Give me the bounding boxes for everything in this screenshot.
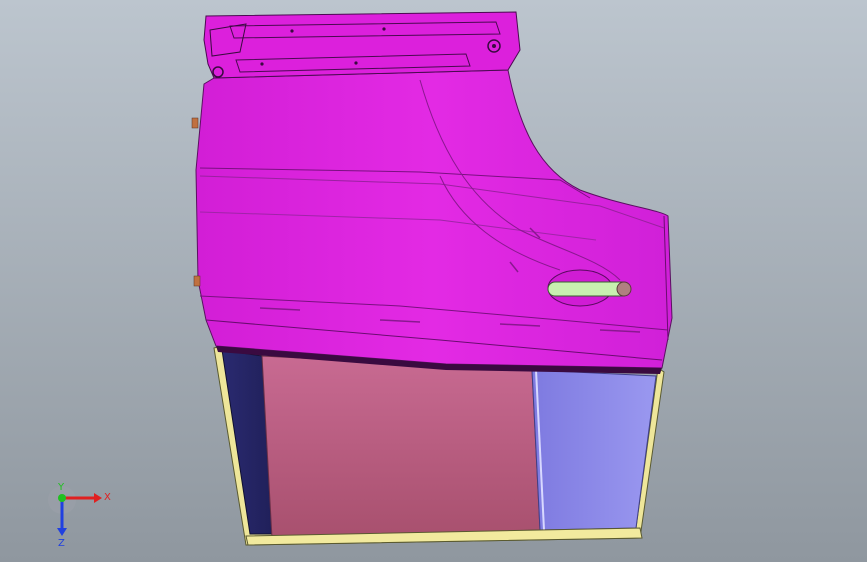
mechanism-bolt-2 (492, 44, 496, 48)
mechanism-dot-3 (354, 61, 358, 65)
y-axis-dot (58, 494, 66, 502)
z-axis-arrow (57, 528, 67, 536)
z-axis-label: Z (58, 538, 65, 548)
y-axis-label: Y (57, 482, 65, 493)
x-axis-label: X (104, 492, 111, 503)
x-axis-arrow (94, 493, 102, 503)
glass-right-pane (531, 369, 657, 531)
hinge-tab-upper (191, 117, 199, 129)
mechanism-dot-1 (290, 29, 294, 33)
hinge-tab-lower (193, 275, 201, 287)
3d-viewport[interactable]: X Y Z (0, 0, 867, 562)
handle-end-cap (616, 281, 632, 297)
glass-left-pane (261, 355, 541, 539)
axis-triad: X Y Z (40, 478, 120, 549)
mechanism-dot-4 (260, 62, 264, 66)
model-canvas[interactable] (0, 0, 867, 562)
mechanism-dot-2 (382, 27, 386, 31)
